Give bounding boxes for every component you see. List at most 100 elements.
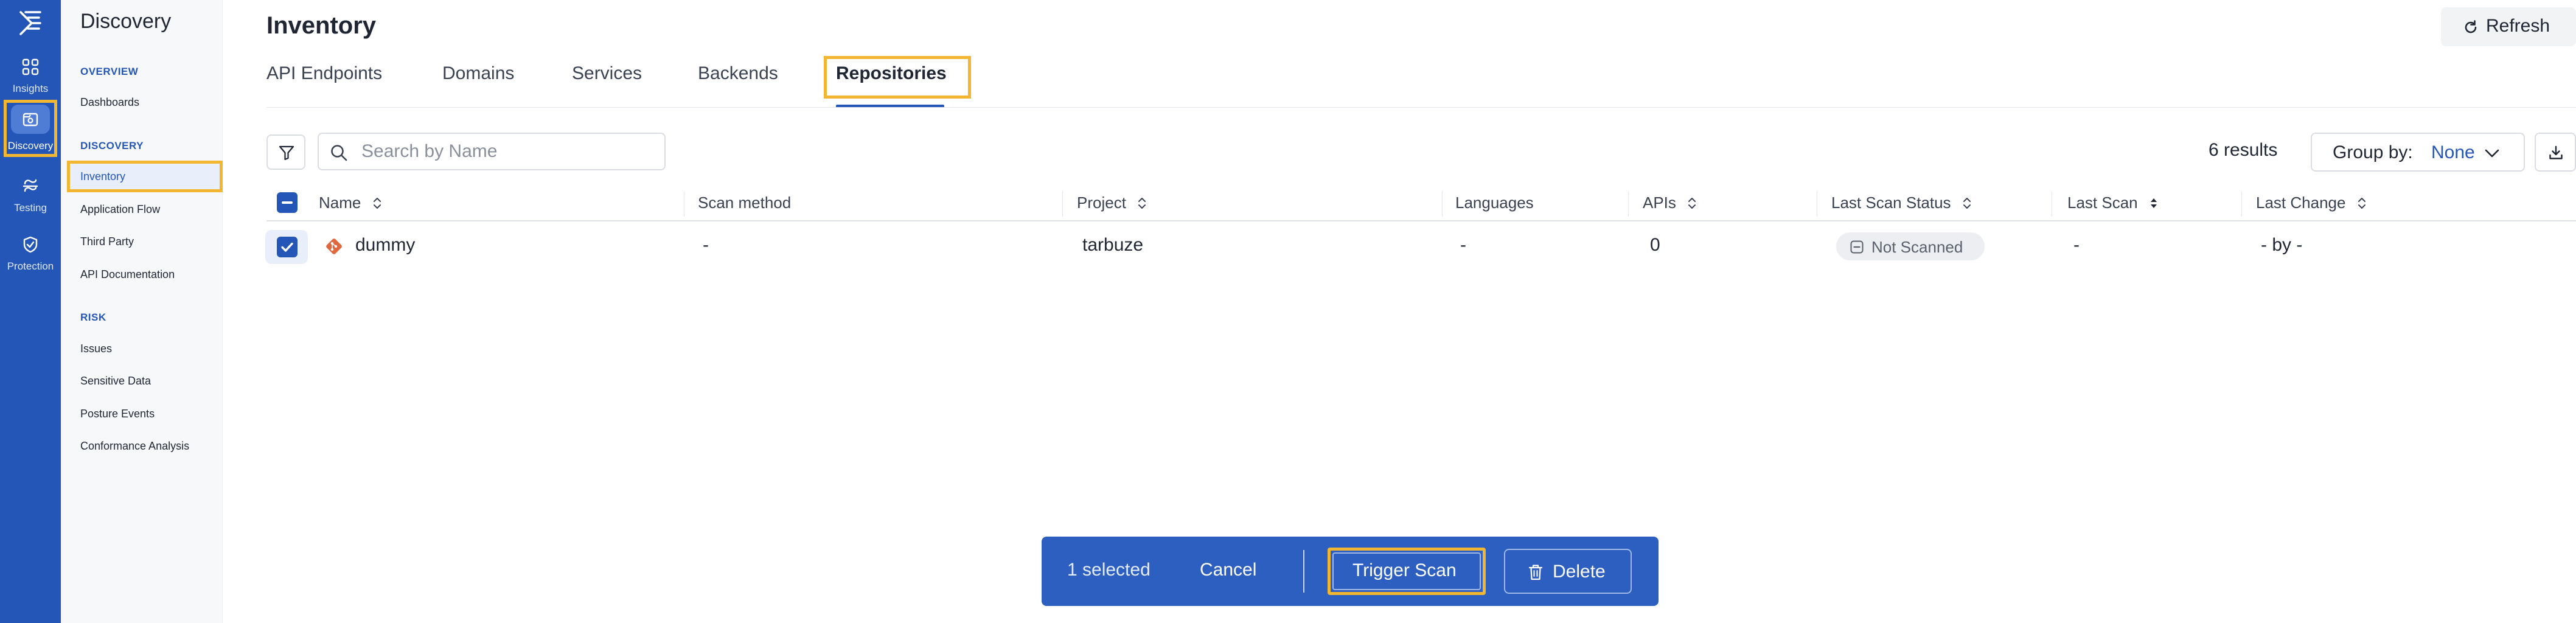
- rail-item-label: Discovery: [7, 140, 54, 151]
- column-divider: [1628, 191, 1629, 217]
- delete-button[interactable]: Delete: [1504, 549, 1632, 594]
- search-box: [318, 133, 666, 170]
- tabs-divider: [266, 107, 2576, 108]
- bulk-action-bar: 1 selected Cancel Trigger Scan Delete: [1042, 537, 1659, 606]
- grid-icon: [22, 58, 39, 75]
- column-header-apis[interactable]: APIs: [1643, 193, 1696, 212]
- column-header-languages[interactable]: Languages: [1455, 193, 1534, 212]
- delete-label: Delete: [1553, 562, 1606, 582]
- download-icon: [2549, 145, 2563, 159]
- refresh-icon: [2465, 20, 2477, 33]
- sidebar-item-application-flow[interactable]: Application Flow: [80, 203, 160, 216]
- group-by-value: None: [2431, 142, 2475, 162]
- column-label: Project: [1077, 193, 1126, 212]
- group-by-label: Group by:: [2333, 142, 2413, 162]
- sidebar-item-sensitive-data[interactable]: Sensitive Data: [80, 375, 151, 388]
- column-label: APIs: [1643, 193, 1676, 212]
- sort-icon: [373, 198, 381, 209]
- refresh-button[interactable]: Refresh: [2441, 7, 2576, 46]
- column-label: Last Change: [2256, 193, 2346, 212]
- indeterminate-icon: [282, 201, 293, 204]
- tab-services[interactable]: Services: [572, 63, 642, 84]
- sidebar-item-third-party[interactable]: Third Party: [80, 235, 134, 248]
- search-icon: [331, 145, 347, 161]
- git-icon: [326, 238, 342, 254]
- status-badge: Not Scanned: [1836, 232, 1985, 260]
- sort-icon: [1963, 198, 1971, 209]
- cell-last-scan: -: [2073, 235, 2080, 255]
- section-sidebar: Discovery OVERVIEW Dashboards DISCOVERY …: [61, 0, 223, 623]
- refresh-label: Refresh: [2486, 16, 2550, 36]
- tab-backends[interactable]: Backends: [698, 63, 778, 84]
- sidebar-item-posture-events[interactable]: Posture Events: [80, 408, 155, 420]
- rail-item-label: Protection: [7, 260, 54, 272]
- cell-languages: -: [1460, 235, 1466, 255]
- column-label: Scan method: [698, 193, 792, 212]
- column-label: Last Scan Status: [1831, 193, 1951, 212]
- rail-item-protection[interactable]: Protection: [0, 229, 61, 287]
- sort-icon: [1688, 198, 1696, 209]
- testing-icon: [23, 179, 38, 192]
- not-scanned-icon: [1850, 240, 1864, 254]
- column-label: Last Scan: [2067, 193, 2138, 212]
- column-header-last-change[interactable]: Last Change: [2256, 193, 2366, 212]
- trash-icon: [1528, 565, 1543, 580]
- trigger-scan-button[interactable]: Trigger Scan: [1328, 548, 1486, 595]
- status-label: Not Scanned: [1871, 238, 1963, 256]
- results-count: 6 results: [2209, 140, 2278, 160]
- cell-scan-method: -: [703, 235, 709, 255]
- sidebar-item-api-documentation[interactable]: API Documentation: [80, 268, 175, 281]
- column-divider: [2241, 191, 2242, 217]
- column-header-name[interactable]: Name: [319, 193, 381, 212]
- page-title: Inventory: [266, 12, 377, 39]
- filter-button[interactable]: [266, 134, 305, 170]
- tab-domains[interactable]: Domains: [442, 63, 514, 84]
- tab-api-endpoints[interactable]: API Endpoints: [266, 63, 382, 84]
- column-header-project[interactable]: Project: [1077, 193, 1146, 212]
- column-label: Name: [319, 193, 361, 212]
- sort-icon: [2358, 198, 2365, 209]
- select-all-checkbox[interactable]: [277, 192, 298, 213]
- column-label: Languages: [1455, 193, 1534, 212]
- cell-apis: 0: [1650, 235, 1660, 255]
- cell-last-change: - by -: [2261, 235, 2303, 255]
- discovery-icon: [23, 113, 38, 127]
- rail-item-discovery[interactable]: Discovery: [4, 100, 57, 157]
- chevron-down-icon: [2485, 149, 2499, 158]
- selected-count: 1 selected: [1067, 560, 1150, 580]
- shield-icon: [23, 236, 38, 253]
- sort-icon: [1138, 198, 1146, 209]
- table-header-divider: [266, 220, 2576, 221]
- sidebar-section-discovery: DISCOVERY: [80, 140, 144, 151]
- checkmark-icon: [281, 242, 293, 252]
- sidebar-item-dashboards[interactable]: Dashboards: [80, 96, 139, 109]
- row-checkbox[interactable]: [277, 237, 298, 257]
- rail-item-testing[interactable]: Testing: [0, 170, 61, 229]
- rail-item-label: Testing: [14, 202, 47, 214]
- filter-icon: [279, 145, 294, 161]
- sort-icon: [2150, 198, 2157, 208]
- sidebar-item-inventory[interactable]: Inventory: [67, 161, 223, 192]
- cancel-selection-button[interactable]: Cancel: [1200, 560, 1256, 580]
- column-header-last-scan-status[interactable]: Last Scan Status: [1831, 193, 1971, 212]
- group-by-dropdown[interactable]: Group by: None: [2311, 133, 2525, 172]
- sidebar-title: Discovery: [80, 10, 172, 33]
- cell-project: tarbuze: [1082, 235, 1144, 255]
- sidebar-item-issues[interactable]: Issues: [80, 343, 112, 355]
- download-button[interactable]: [2535, 133, 2576, 172]
- bulk-bar-divider: [1303, 550, 1304, 593]
- trigger-scan-label: Trigger Scan: [1352, 560, 1457, 580]
- app-logo-icon[interactable]: [15, 6, 46, 38]
- search-input[interactable]: [361, 140, 653, 163]
- column-header-scan-method[interactable]: Scan method: [698, 193, 791, 212]
- sidebar-section-overview: OVERVIEW: [80, 66, 139, 77]
- column-divider: [1442, 191, 1443, 217]
- sidebar-item-conformance-analysis[interactable]: Conformance Analysis: [80, 440, 189, 453]
- cell-name[interactable]: dummy: [355, 235, 415, 256]
- column-divider: [1062, 191, 1063, 217]
- sidebar-section-risk: RISK: [80, 312, 106, 323]
- column-header-last-scan[interactable]: Last Scan: [2067, 193, 2158, 212]
- rail-item-label: Insights: [12, 83, 49, 94]
- app-rail: Insights Discovery Testing Protection: [0, 0, 61, 623]
- tab-focus-highlight: [824, 56, 971, 99]
